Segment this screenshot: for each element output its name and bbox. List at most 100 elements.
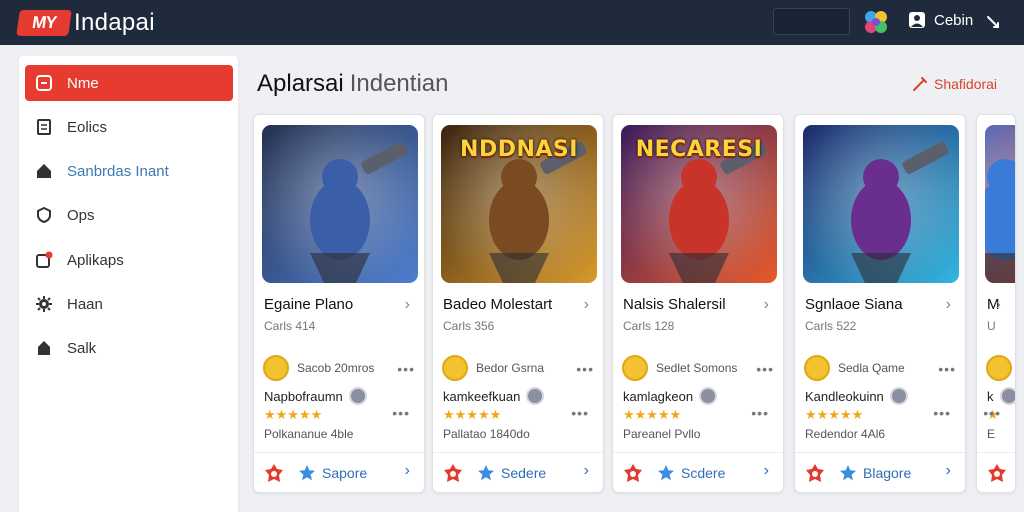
app-meta: Carls 522 [805,319,857,333]
page-title: Aplarsai Indentian [257,70,448,98]
card-divider [613,452,783,453]
more-options-icon[interactable]: ••• [751,405,769,421]
search-box[interactable] [773,8,850,35]
chevron-right-icon[interactable]: › [764,462,769,480]
colorful-app-icon[interactable] [862,8,890,36]
app-card[interactable]: Egaine Plano › Carls 414 Sacob 20mros ••… [253,114,425,493]
sidebar-item-haan[interactable]: Haan [25,286,233,322]
app-title[interactable]: Egaine Plano [264,296,353,313]
app-artwork[interactable]: NDDNASI [441,125,597,283]
more-options-icon[interactable]: ••• [392,405,410,421]
document-icon [37,119,51,135]
app-title: Indapai [74,9,155,36]
red-badge-icon[interactable] [443,463,463,483]
logout-icon[interactable] [985,13,1003,31]
page-title-sub: Indentian [349,70,449,97]
gear-icon [36,296,52,312]
chevron-right-icon[interactable]: › [584,296,589,314]
app-artwork[interactable] [985,125,1015,283]
app-card[interactable]: NDDNASI Badeo Molestart › Carls 356 Bedo… [432,114,604,493]
rating-stars: ★★★★★ [264,407,323,422]
card-actions: Sapore › [264,461,416,485]
sidebar-item-salk[interactable]: Salk [25,330,233,366]
user-label: Cebin [934,11,974,29]
coin-icon [986,355,1012,381]
sidebar-item-sanbrdas[interactable]: Sanbrdas Inant [25,153,233,189]
sidebar-item-label: Salk [67,339,97,357]
app-logo[interactable]: MY Indapai [16,9,155,37]
star-icon[interactable] [839,464,857,482]
more-options-icon[interactable]: ••• [756,361,774,377]
more-options-icon[interactable]: ••• [983,405,1001,421]
red-badge-icon[interactable] [805,463,825,483]
sidebar-item-home[interactable]: Nme [25,65,233,101]
publisher-name: Sedla Qame [838,361,905,375]
card-actions: › [987,461,1015,485]
more-options-icon[interactable]: ••• [933,405,951,421]
chevron-right-icon[interactable]: › [946,296,951,314]
publisher-row: ••• [986,355,1015,381]
red-badge-icon[interactable] [623,463,643,483]
more-options-icon[interactable]: ••• [576,361,594,377]
user-icon [909,12,925,28]
artwork-title-text: NDDNASI [460,137,578,162]
more-options-icon[interactable]: ••• [938,361,956,377]
avatar [889,387,908,405]
star-icon[interactable] [298,464,316,482]
chevron-right-icon[interactable]: › [764,296,769,314]
artwork-title-text: NECARESI [635,137,763,162]
app-title[interactable]: Badeo Molestart [443,296,552,313]
app-card[interactable]: Sgnlaoe Siana › Carls 522 Sedla Qame •••… [794,114,966,493]
red-badge-icon[interactable] [987,463,1007,483]
reviewer-name: kamlagkeon [623,388,694,404]
reviewer-row: kamlagkeon [623,387,718,405]
header-action-label: Shafidorai [934,76,998,92]
app-artwork[interactable]: NECARESI [621,125,777,283]
more-options-icon[interactable]: ••• [397,361,415,377]
card-action-label[interactable]: Sedere [501,465,546,481]
card-action-label[interactable]: Blagore [863,465,911,481]
sidebar-item-label: Ops [67,206,95,224]
app-footer-text: Pallatao 1840do [443,427,530,441]
card-actions: Blagore › [805,461,957,485]
star-icon[interactable] [657,464,675,482]
app-artwork[interactable] [262,125,418,283]
reviewer-name: Napbofraumn [264,388,343,404]
card-action-label[interactable]: Sapore [322,465,367,481]
top-bar: MY Indapai Cebin [0,0,1024,45]
app-meta: Carls 414 [264,319,316,333]
card-action-label[interactable]: Scdere [681,465,725,481]
app-meta: Carls 356 [443,319,495,333]
avatar [999,387,1015,405]
app-footer-text: Pareanel Pvllo [623,427,701,441]
app-title[interactable]: Sgnlaoe Siana [805,296,903,313]
chevron-right-icon[interactable]: › [584,462,589,480]
app-footer-text: Polkananue 4ble [264,427,354,441]
home-card-icon [36,75,52,91]
sidebar-item-ops[interactable]: Ops [25,197,233,233]
game-hero-illustration [985,125,1015,283]
app-footer-text: Redendor 4Al6 [805,427,886,441]
more-options-icon[interactable]: ••• [571,405,589,421]
rating-stars: ★★★★★ [443,407,502,422]
app-title[interactable]: Nalsis Shalersil [623,296,726,313]
shield-icon [37,206,51,224]
red-badge-icon[interactable] [264,463,284,483]
sidebar-item-aplikaps[interactable]: Aplikaps [25,242,233,278]
logo-mark: MY [16,10,72,36]
user-menu[interactable]: Cebin [908,11,973,29]
publisher-name: Sacob 20mros [297,361,375,375]
header-action-link[interactable]: Shafidorai [912,76,997,92]
app-card[interactable]: M › U ••• k ★ ••• E › [976,114,1016,493]
app-artwork[interactable] [803,125,959,283]
card-divider [254,452,424,453]
sidebar-item-label: Eolics [67,118,108,136]
chevron-right-icon[interactable]: › [996,296,1001,314]
chevron-right-icon[interactable]: › [946,462,951,480]
star-icon[interactable] [477,464,495,482]
chevron-right-icon[interactable]: › [405,296,410,314]
reviewer-name: Kandleokuinn [805,388,884,404]
app-card[interactable]: NECARESI Nalsis Shalersil › Carls 128 Se… [612,114,784,493]
chevron-right-icon[interactable]: › [405,462,410,480]
sidebar-item-eolics[interactable]: Eolics [25,109,233,145]
